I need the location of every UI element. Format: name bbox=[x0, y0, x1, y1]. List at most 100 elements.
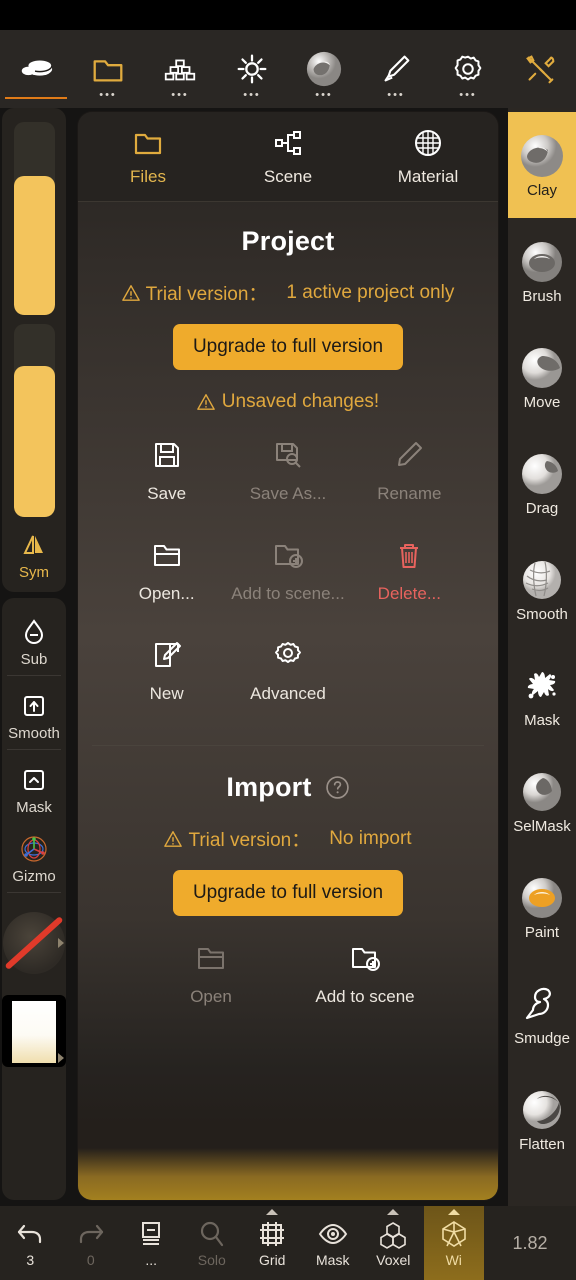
overflow-dots[interactable]: ••• bbox=[99, 90, 117, 101]
overflow-dots[interactable]: ••• bbox=[315, 90, 333, 101]
left-button-label: Mask bbox=[16, 799, 52, 816]
layers-icon bbox=[142, 1221, 161, 1245]
action-label: Add to scene bbox=[315, 987, 415, 1006]
color-picker[interactable] bbox=[2, 995, 66, 1067]
brush-item-paint[interactable]: Paint bbox=[508, 854, 576, 960]
unsaved-label: Unsaved changes! bbox=[221, 391, 380, 412]
grid-label: Grid bbox=[259, 1251, 286, 1268]
topbar-item-light[interactable]: ••• bbox=[216, 30, 288, 108]
left-tool-card: Sub Smooth Mask Gizmo bbox=[2, 598, 66, 1200]
voxel-label: Voxel bbox=[376, 1251, 411, 1268]
import-trial-notice: Trial version： No import bbox=[92, 825, 484, 852]
action-new[interactable]: New bbox=[106, 639, 227, 717]
brush-item-selmask[interactable]: SelMask bbox=[508, 748, 576, 854]
bottom-item-undo[interactable]: 3 bbox=[0, 1206, 61, 1280]
tab-material[interactable]: Material bbox=[358, 112, 498, 201]
panel-tabs: Files Scene Material bbox=[78, 112, 498, 202]
brush-size-slider[interactable] bbox=[13, 122, 55, 315]
brush-label: SelMask bbox=[513, 817, 571, 835]
solo-label: Solo bbox=[197, 1251, 226, 1268]
sun-icon bbox=[237, 54, 267, 84]
material-globe-icon bbox=[415, 129, 441, 156]
files-panel: Files Scene Material Project Trial versi… bbox=[78, 112, 498, 1200]
overflow-dots[interactable]: ••• bbox=[387, 90, 405, 101]
action-label: Save bbox=[147, 484, 187, 503]
brush-intensity-slider[interactable] bbox=[13, 324, 55, 517]
overflow-dots[interactable]: ••• bbox=[243, 90, 261, 101]
folder-icon bbox=[93, 60, 123, 82]
tab-scene[interactable]: Scene bbox=[218, 112, 358, 201]
bottom-item-solo[interactable]: Solo bbox=[182, 1206, 243, 1280]
brush-item-smudge[interactable]: Smudge bbox=[508, 960, 576, 1066]
project-trial-notice: Trial version： 1 active project only bbox=[92, 279, 484, 306]
left-button-smooth[interactable]: Smooth bbox=[2, 678, 66, 747]
overflow-dots[interactable]: ••• bbox=[459, 90, 477, 101]
tab-label: Material bbox=[397, 166, 459, 186]
action-delete[interactable]: Delete... bbox=[349, 539, 470, 617]
brush-item-brush[interactable]: Brush bbox=[508, 218, 576, 324]
clay-sphere-icon bbox=[521, 134, 563, 177]
topbar-item-material[interactable]: ••• bbox=[288, 30, 360, 108]
topbar-item-paint[interactable]: ••• bbox=[360, 30, 432, 108]
topbar-item-files[interactable]: ••• bbox=[72, 30, 144, 108]
project-upgrade-button[interactable]: Upgrade to full version bbox=[172, 324, 404, 370]
brush-item-move[interactable]: Move bbox=[508, 324, 576, 430]
tab-files[interactable]: Files bbox=[78, 112, 218, 201]
slider-group bbox=[13, 114, 55, 517]
overflow-dots[interactable]: ••• bbox=[171, 90, 189, 101]
bottom-item-voxel[interactable]: Voxel bbox=[363, 1206, 424, 1280]
symmetry-label: Sym bbox=[19, 564, 49, 581]
clay-sculpt-icon bbox=[21, 60, 53, 76]
alpha-picker[interactable] bbox=[2, 895, 66, 991]
import-action-add-to-scene[interactable]: Add to scene bbox=[288, 942, 442, 1020]
trash-icon bbox=[400, 544, 419, 568]
topbar-item-scene[interactable]: ••• bbox=[144, 30, 216, 108]
tab-label: Files bbox=[130, 166, 166, 186]
symmetry-toggle[interactable]: Sym bbox=[2, 517, 66, 586]
action-open[interactable]: Open... bbox=[106, 539, 227, 617]
magnifier-icon bbox=[200, 1221, 223, 1246]
topbar-item-sculpt[interactable] bbox=[0, 30, 72, 108]
brush-item-flatten[interactable]: Flatten bbox=[508, 1066, 576, 1172]
trial-prefix: Trial version： bbox=[188, 830, 311, 851]
bottom-item-mask[interactable]: Mask bbox=[303, 1206, 364, 1280]
caret-up-icon bbox=[447, 1209, 460, 1215]
app-root: ••• ••• ••• ••• ••• ••• Sym Sub Smooth M… bbox=[0, 0, 576, 1280]
bottom-item-grid[interactable]: Grid bbox=[242, 1206, 303, 1280]
left-button-mask[interactable]: Mask bbox=[2, 752, 66, 821]
grid-frame-icon bbox=[260, 1221, 285, 1246]
bottom-item-redo[interactable]: 0 bbox=[61, 1206, 122, 1280]
action-advanced[interactable]: Advanced bbox=[227, 639, 348, 717]
mask-label: Mask bbox=[316, 1251, 350, 1268]
top-toolbar: ••• ••• ••• ••• ••• ••• bbox=[0, 30, 576, 108]
question-circle-icon[interactable] bbox=[325, 775, 350, 800]
brush-item-drag[interactable]: Drag bbox=[508, 430, 576, 536]
gear-icon bbox=[454, 55, 482, 81]
warning-triangle-icon bbox=[164, 830, 183, 847]
topbar-item-settings[interactable]: ••• bbox=[432, 30, 504, 108]
brush-item-mask[interactable]: Mask bbox=[508, 642, 576, 748]
chevron-right-icon bbox=[58, 1053, 64, 1063]
brush-sliders-card: Sym bbox=[2, 108, 66, 592]
brush-sphere-icon bbox=[522, 241, 562, 282]
import-upgrade-button[interactable]: Upgrade to full version bbox=[172, 870, 404, 916]
trial-prefix: Trial version： bbox=[145, 284, 268, 305]
brush-label: Smooth bbox=[516, 605, 568, 623]
left-button-sub[interactable]: Sub bbox=[2, 604, 66, 673]
chevron-right-icon bbox=[58, 938, 64, 948]
action-label: Advanced bbox=[250, 684, 326, 703]
bottom-item-wireframe[interactable]: Wi bbox=[423, 1206, 484, 1280]
topbar-item-tools[interactable] bbox=[504, 30, 576, 108]
bottom-item-layers[interactable]: ... bbox=[121, 1206, 182, 1280]
action-save[interactable]: Save bbox=[106, 439, 227, 517]
unsaved-changes-notice: Unsaved changes! bbox=[92, 391, 484, 413]
layers-label: ... bbox=[145, 1251, 158, 1268]
brush-label: Drag bbox=[525, 499, 559, 517]
active-tool-underline bbox=[5, 97, 67, 99]
import-action-open: Open bbox=[134, 942, 288, 1020]
left-button-gizmo[interactable]: Gizmo bbox=[2, 821, 66, 890]
brush-label: Smudge bbox=[514, 1029, 570, 1047]
brush-item-clay[interactable]: Clay bbox=[508, 112, 576, 218]
brush-item-smooth[interactable]: Smooth bbox=[508, 536, 576, 642]
project-actions-grid: Save Save As... Rename Open... Add to sc… bbox=[92, 439, 484, 717]
